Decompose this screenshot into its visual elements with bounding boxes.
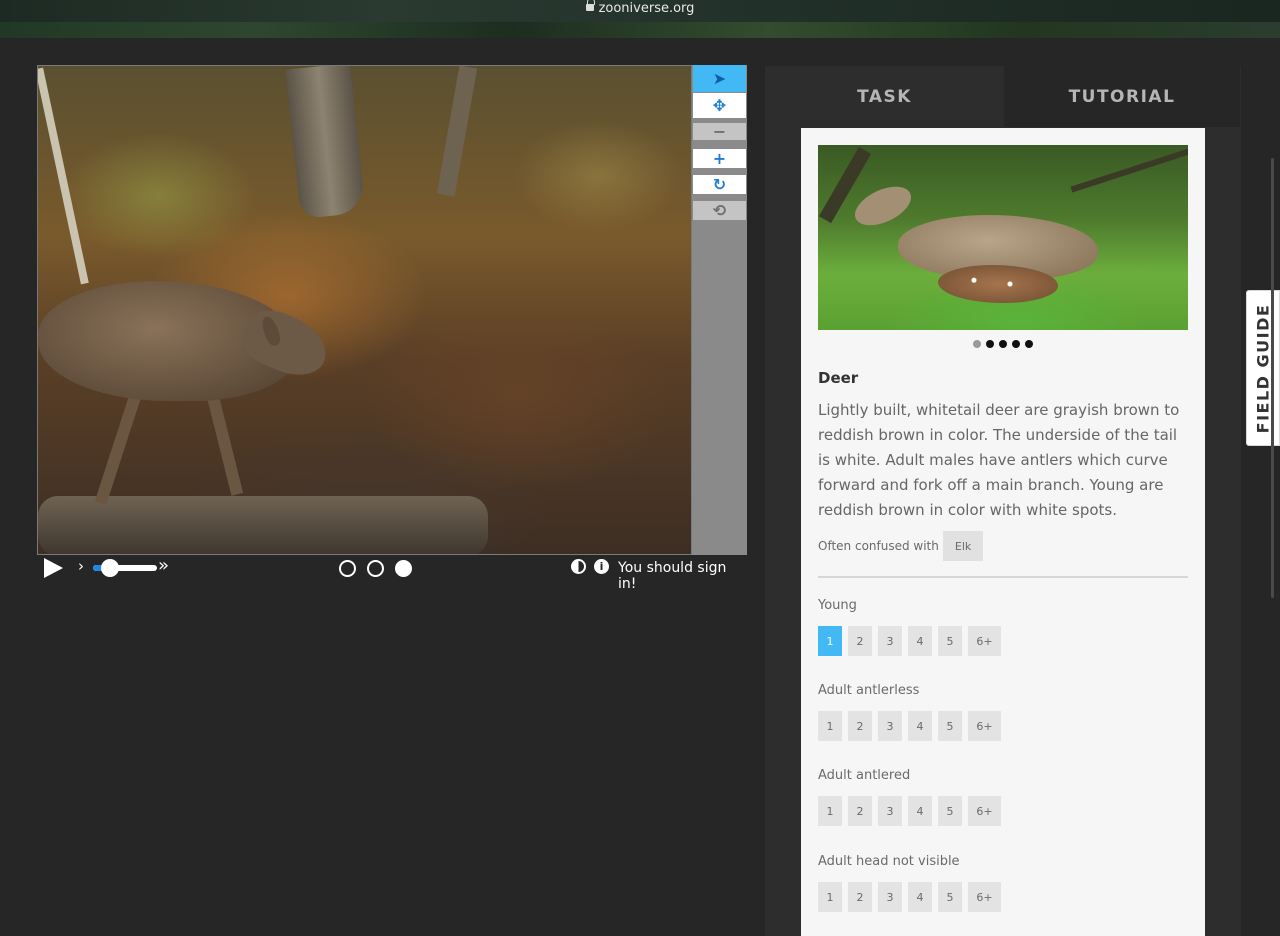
frame-1-button[interactable] bbox=[339, 560, 356, 577]
count-head-hidden-4[interactable]: 4 bbox=[908, 882, 932, 912]
count-head-hidden-1[interactable]: 1 bbox=[818, 882, 842, 912]
pointer-icon: ➤ bbox=[712, 69, 727, 88]
rotate-button[interactable]: ↻ bbox=[693, 175, 746, 194]
count-antlered-1[interactable]: 1 bbox=[818, 796, 842, 826]
deer-leg bbox=[94, 387, 144, 505]
species-title: Deer bbox=[818, 369, 859, 387]
plus-icon: + bbox=[712, 149, 727, 168]
divider bbox=[818, 576, 1188, 578]
browser-address-bar[interactable]: zooniverse.org bbox=[0, 0, 1280, 22]
carousel-dot-3[interactable] bbox=[999, 340, 1007, 348]
count-antlerless-2[interactable]: 2 bbox=[848, 711, 872, 741]
panel-scrollbar[interactable] bbox=[1271, 158, 1274, 598]
subject-image-viewer[interactable] bbox=[37, 65, 692, 555]
frame-3-button[interactable] bbox=[395, 560, 412, 577]
field-guide-tab[interactable]: FIELD GUIDE bbox=[1246, 290, 1280, 446]
count-antlered-3[interactable]: 3 bbox=[878, 796, 902, 826]
carousel-dot-1[interactable] bbox=[973, 340, 981, 348]
count-head-hidden-3[interactable]: 3 bbox=[878, 882, 902, 912]
tree-trunk bbox=[285, 66, 366, 219]
count-young-6plus[interactable]: 6+ bbox=[968, 626, 1001, 656]
field-guide-tab-label: FIELD GUIDE bbox=[1253, 303, 1273, 433]
pan-tool-button[interactable]: ✥ bbox=[693, 93, 746, 118]
reset-icon: ⟲ bbox=[712, 201, 727, 220]
speed-slider-thumb[interactable] bbox=[101, 559, 119, 577]
double-chevron-right-icon[interactable]: » bbox=[158, 555, 169, 576]
fawn-figure bbox=[938, 265, 1058, 303]
birch-trunk bbox=[38, 67, 89, 285]
tree-trunk bbox=[436, 66, 478, 197]
chevron-right-icon[interactable]: › bbox=[78, 557, 84, 575]
question-label-adult-antlerless: Adult antlerless bbox=[818, 683, 920, 698]
header-banner bbox=[0, 22, 1280, 38]
count-young-3[interactable]: 3 bbox=[878, 626, 902, 656]
count-head-hidden-6plus[interactable]: 6+ bbox=[968, 882, 1001, 912]
minus-icon: − bbox=[712, 122, 727, 141]
question-label-young: Young bbox=[818, 598, 857, 613]
tree-branch bbox=[1070, 145, 1188, 193]
confused-species-elk-button[interactable]: Elk bbox=[942, 531, 984, 561]
move-icon: ✥ bbox=[712, 96, 727, 115]
play-icon[interactable] bbox=[44, 558, 63, 578]
count-antlerless-4[interactable]: 4 bbox=[908, 711, 932, 741]
question-label-head-not-visible: Adult head not visible bbox=[818, 854, 960, 869]
count-head-hidden-5[interactable]: 5 bbox=[938, 882, 962, 912]
count-row-adult-antlerless: 1 2 3 4 5 6+ bbox=[818, 711, 1001, 741]
lock-icon bbox=[585, 0, 595, 12]
count-antlerless-3[interactable]: 3 bbox=[878, 711, 902, 741]
url-display[interactable]: zooniverse.org bbox=[0, 0, 1280, 16]
count-young-5[interactable]: 5 bbox=[938, 626, 962, 656]
count-young-1[interactable]: 1 bbox=[818, 626, 842, 656]
tab-tutorial[interactable]: TUTORIAL bbox=[1004, 66, 1240, 127]
doe-head bbox=[849, 178, 917, 234]
count-antlered-4[interactable]: 4 bbox=[908, 796, 932, 826]
deer-leg bbox=[204, 386, 244, 496]
count-antlered-6plus[interactable]: 6+ bbox=[968, 796, 1001, 826]
url-text: zooniverse.org bbox=[598, 1, 695, 16]
reset-button[interactable]: ⟲ bbox=[693, 201, 746, 220]
carousel-dot-2[interactable] bbox=[986, 340, 994, 348]
confused-with: Often confused with Elk bbox=[818, 531, 984, 561]
count-head-hidden-2[interactable]: 2 bbox=[848, 882, 872, 912]
image-toolbar: ➤ ✥ − + ↻ ⟲ bbox=[692, 65, 747, 555]
tab-task[interactable]: TASK bbox=[765, 66, 1004, 127]
count-antlerless-6plus[interactable]: 6+ bbox=[968, 711, 1001, 741]
confused-label: Often confused with bbox=[818, 539, 939, 553]
count-row-young: 1 2 3 4 5 6+ bbox=[818, 626, 1001, 656]
camera-trap-image bbox=[38, 66, 691, 554]
viewer-controls: › » i You should sign in! bbox=[37, 555, 749, 592]
info-icon[interactable]: i bbox=[594, 559, 609, 574]
zoom-out-button[interactable]: − bbox=[693, 122, 746, 141]
species-description: Lightly built, whitetail deer are grayis… bbox=[818, 401, 1180, 519]
field-guide-card: Deer Lightly built, whitetail deer are g… bbox=[801, 128, 1205, 936]
frame-2-button[interactable] bbox=[367, 560, 384, 577]
count-young-4[interactable]: 4 bbox=[908, 626, 932, 656]
count-row-head-not-visible: 1 2 3 4 5 6+ bbox=[818, 882, 1001, 912]
count-antlerless-5[interactable]: 5 bbox=[938, 711, 962, 741]
pointer-tool-button[interactable]: ➤ bbox=[693, 65, 746, 92]
contrast-icon[interactable] bbox=[571, 559, 586, 574]
zoom-in-button[interactable]: + bbox=[693, 149, 746, 168]
count-antlered-5[interactable]: 5 bbox=[938, 796, 962, 826]
rotate-icon: ↻ bbox=[712, 175, 727, 194]
carousel-dot-5[interactable] bbox=[1025, 340, 1033, 348]
sign-in-prompt[interactable]: You should sign in! bbox=[618, 560, 749, 592]
count-young-2[interactable]: 2 bbox=[848, 626, 872, 656]
question-label-adult-antlered: Adult antlered bbox=[818, 768, 911, 783]
carousel-dot-4[interactable] bbox=[1012, 340, 1020, 348]
count-antlerless-1[interactable]: 1 bbox=[818, 711, 842, 741]
count-antlered-2[interactable]: 2 bbox=[848, 796, 872, 826]
count-row-adult-antlered: 1 2 3 4 5 6+ bbox=[818, 796, 1001, 826]
field-guide-image bbox=[818, 145, 1188, 330]
